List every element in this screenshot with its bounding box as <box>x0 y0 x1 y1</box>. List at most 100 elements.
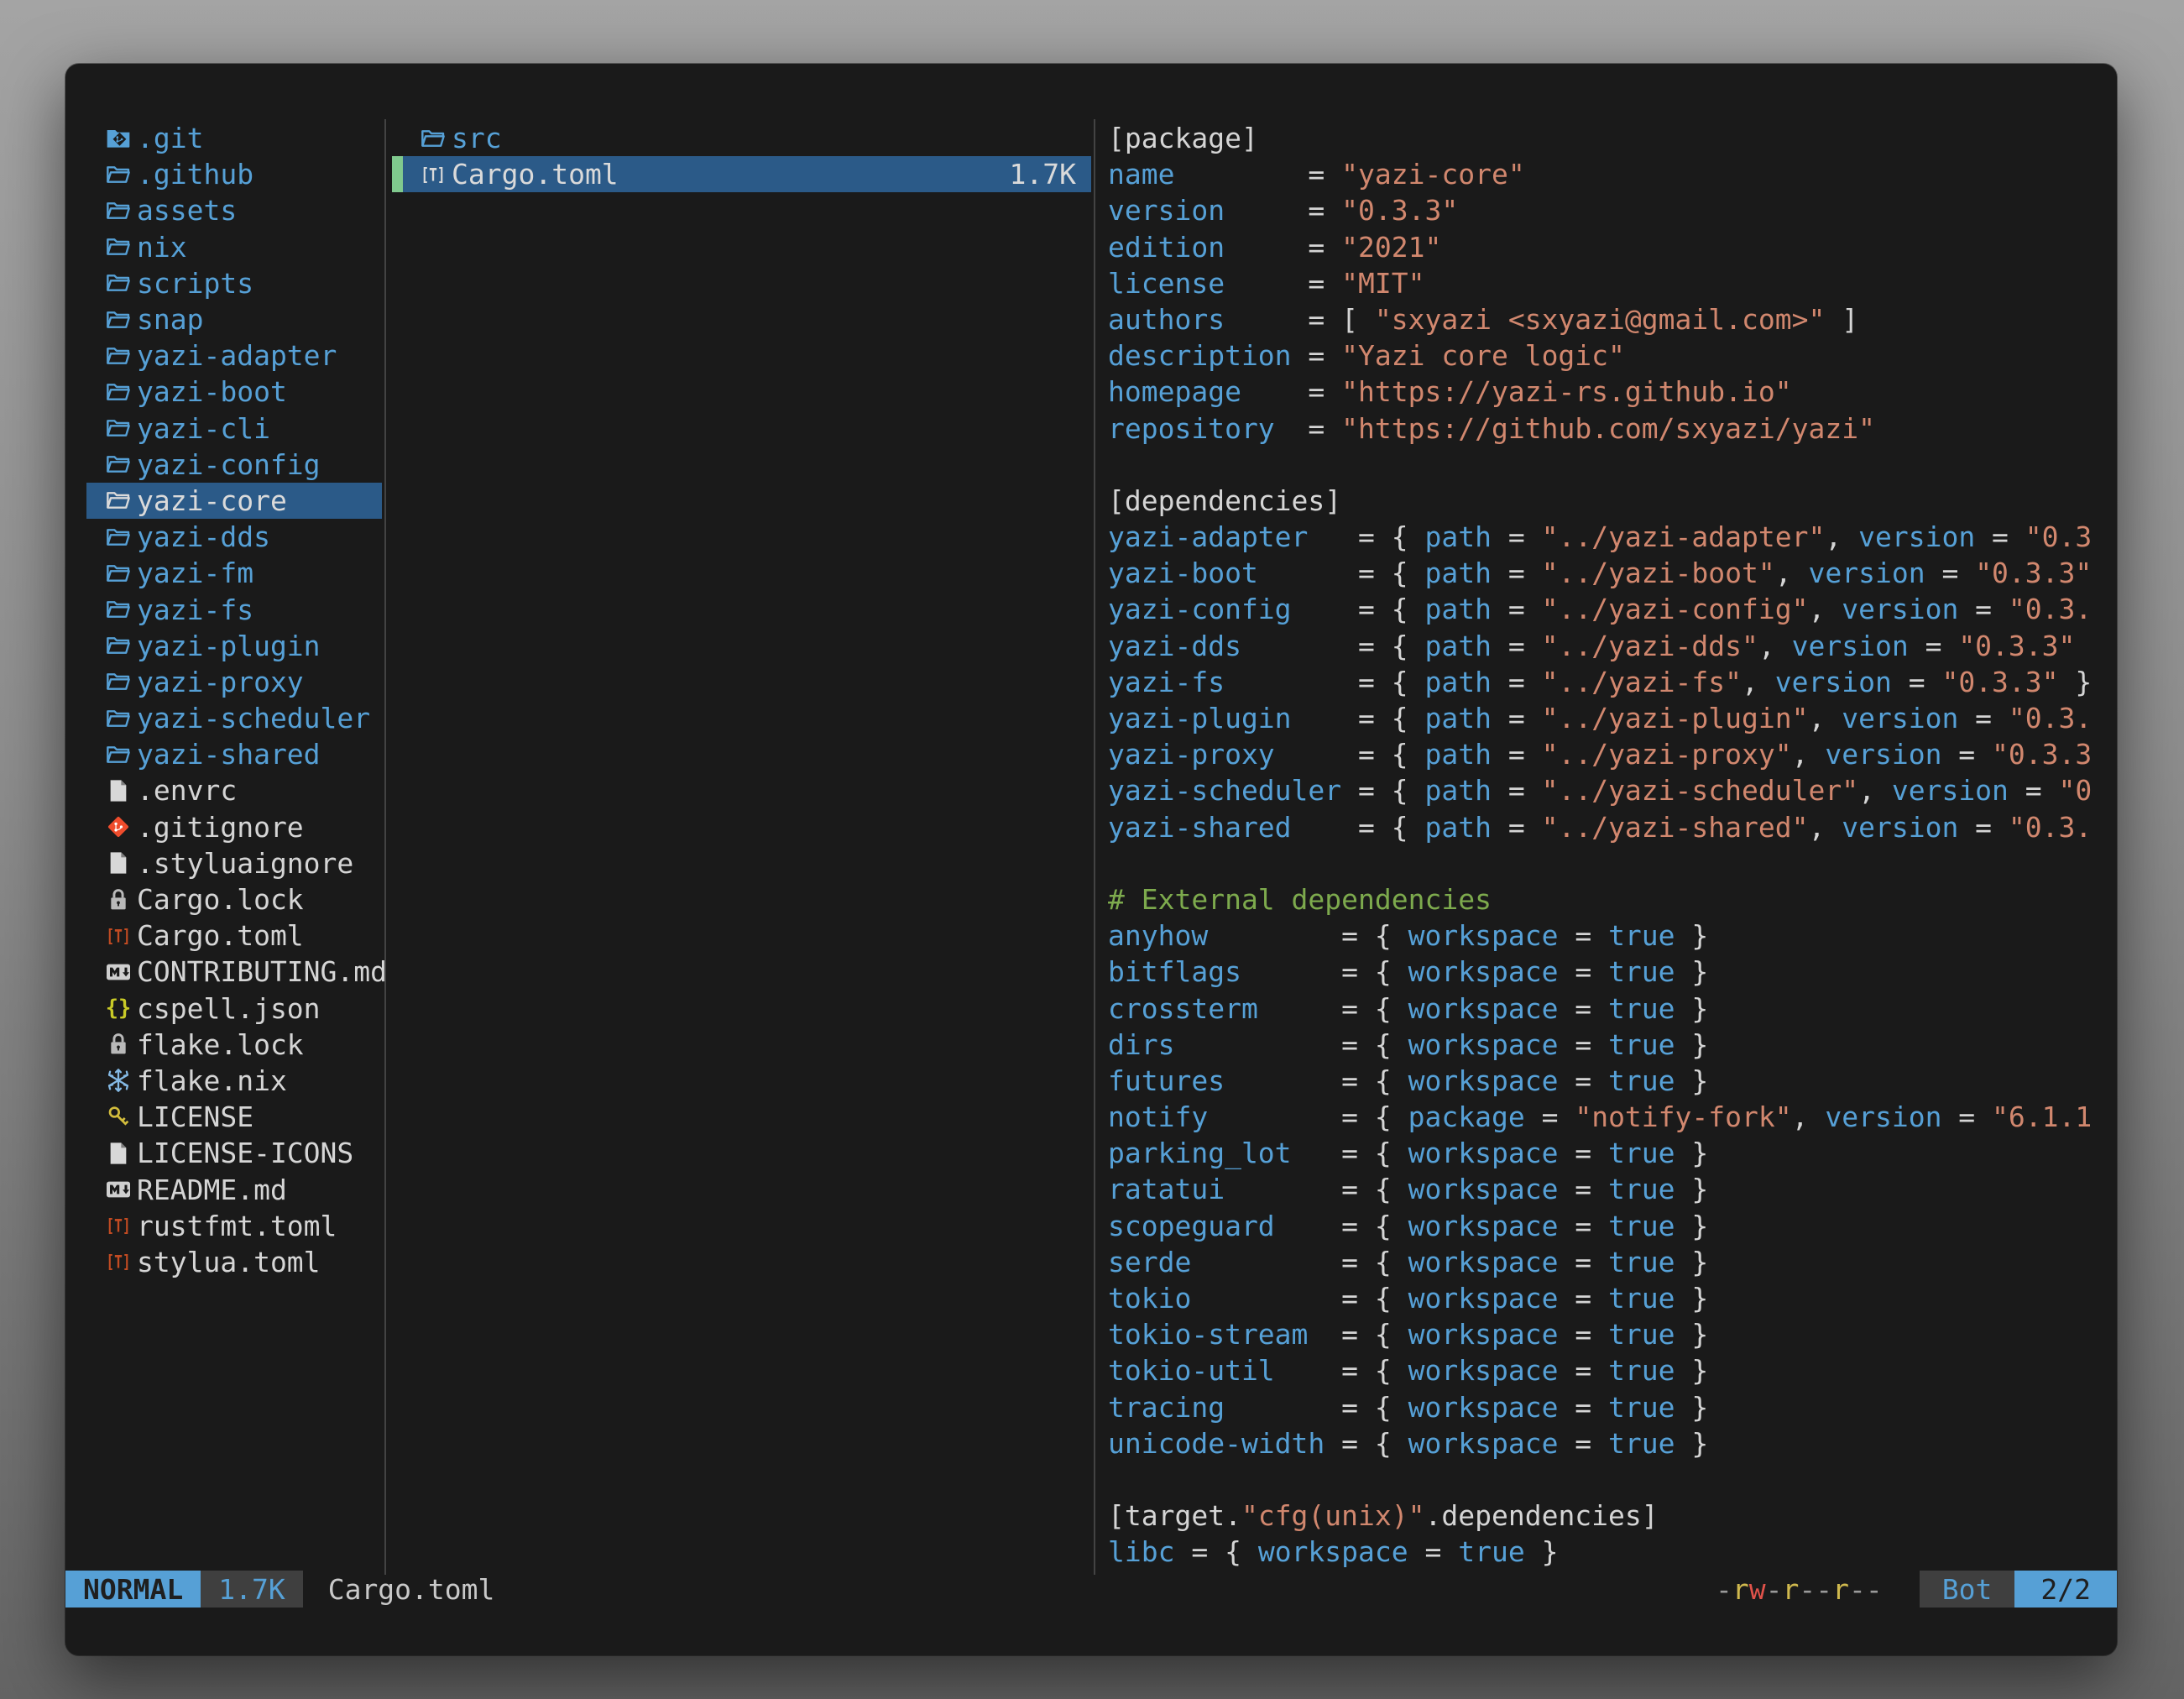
sidebar-item-.gitignore[interactable]: .gitignore <box>86 809 382 845</box>
scroll-position-badge: Bot <box>1920 1571 2015 1608</box>
cursor-counter-badge: 2/2 <box>2014 1571 2117 1608</box>
folder-open-icon <box>105 161 132 188</box>
current-item-src[interactable]: src <box>392 120 1091 156</box>
sidebar-item-yazi-boot[interactable]: yazi-boot <box>86 374 382 410</box>
toml-icon: [T] <box>105 923 132 949</box>
svg-text:[T]: [T] <box>106 1216 130 1237</box>
preview-line: futures = { workspace = true } <box>1108 1063 2103 1099</box>
current-directory-pane[interactable]: src[T]Cargo.toml1.7K <box>392 120 1091 192</box>
preview-line: yazi-dds = { path = "../yazi-dds", versi… <box>1108 628 2103 664</box>
status-bar: NORMAL 1.7K Cargo.toml -rw-r--r-- Bot 2/… <box>65 1571 2117 1608</box>
folder-open-icon <box>105 342 132 369</box>
file-name: .envrc <box>137 774 237 807</box>
file-name: .github <box>137 158 253 191</box>
sidebar-item-yazi-scheduler[interactable]: yazi-scheduler <box>86 700 382 736</box>
sidebar-item-yazi-cli[interactable]: yazi-cli <box>86 410 382 447</box>
file-name: yazi-scheduler <box>137 702 370 734</box>
file-name: .styluaignore <box>137 847 353 880</box>
folder-open-icon <box>105 705 132 732</box>
preview-line: authors = [ "sxyazi <sxyazi@gmail.com>" … <box>1108 301 2103 337</box>
sidebar-item-cargo.toml[interactable]: [T]Cargo.toml <box>86 917 382 954</box>
preview-line: anyhow = { workspace = true } <box>1108 917 2103 954</box>
folder-open-icon <box>105 197 132 224</box>
preview-line: notify = { package = "notify-fork", vers… <box>1108 1099 2103 1135</box>
preview-line: yazi-scheduler = { path = "../yazi-sched… <box>1108 772 2103 808</box>
sidebar-item-flake.lock[interactable]: flake.lock <box>86 1027 382 1063</box>
file-name: .git <box>137 122 203 154</box>
status-left: NORMAL 1.7K Cargo.toml <box>65 1571 494 1608</box>
sidebar-item-.git[interactable]: .git <box>86 120 382 156</box>
file-name: yazi-boot <box>137 375 287 408</box>
preview-line: [package] <box>1108 120 2103 156</box>
file-name: LICENSE-ICONS <box>137 1137 353 1169</box>
sidebar-item-yazi-dds[interactable]: yazi-dds <box>86 519 382 555</box>
sidebar-item-assets[interactable]: assets <box>86 192 382 228</box>
file-name: Cargo.lock <box>137 883 304 916</box>
file-name: stylua.toml <box>137 1246 321 1278</box>
sidebar-item-yazi-config[interactable]: yazi-config <box>86 447 382 483</box>
status-filename: Cargo.toml <box>328 1573 495 1606</box>
folder-open-icon <box>105 596 132 623</box>
file-size-badge: 1.7K <box>201 1571 302 1608</box>
sidebar-item-.styluaignore[interactable]: .styluaignore <box>86 845 382 881</box>
key-icon <box>105 1104 132 1131</box>
desktop: { "colors": { "bg": "#1a1a1a", "fg": "#d… <box>0 0 2184 1699</box>
sidebar-item-stylua.toml[interactable]: [T]stylua.toml <box>86 1244 382 1280</box>
preview-line <box>1108 845 2103 881</box>
sidebar-item-yazi-proxy[interactable]: yazi-proxy <box>86 664 382 700</box>
sidebar-item-nix[interactable]: nix <box>86 229 382 265</box>
sidebar-item-yazi-plugin[interactable]: yazi-plugin <box>86 628 382 664</box>
sidebar-item-yazi-fm[interactable]: yazi-fm <box>86 555 382 591</box>
sidebar-item-yazi-shared[interactable]: yazi-shared <box>86 736 382 772</box>
file-name: yazi-fs <box>137 593 253 626</box>
folder-open-icon <box>420 125 447 152</box>
sidebar-item-cargo.lock[interactable]: Cargo.lock <box>86 881 382 917</box>
file-name: Cargo.toml <box>452 158 619 191</box>
status-right: -rw-r--r-- Bot 2/2 <box>1716 1571 2117 1608</box>
sidebar-item-contributing.md[interactable]: CONTRIBUTING.md <box>86 954 382 990</box>
folder-open-icon <box>105 741 132 768</box>
preview-line <box>1108 447 2103 483</box>
sidebar-item-scripts[interactable]: scripts <box>86 265 382 301</box>
file-name: .gitignore <box>137 811 304 844</box>
file-name: src <box>452 122 502 154</box>
preview-line: unicode-width = { workspace = true } <box>1108 1425 2103 1461</box>
file-name: yazi-shared <box>137 738 321 771</box>
file-name: yazi-config <box>137 448 321 481</box>
toml-icon: [T] <box>105 1212 132 1239</box>
file-icon <box>105 1140 132 1167</box>
sidebar-item-flake.nix[interactable]: flake.nix <box>86 1063 382 1099</box>
svg-text:{}: {} <box>106 995 132 1020</box>
lock-icon <box>105 1031 132 1058</box>
file-name: README.md <box>137 1174 287 1206</box>
sidebar-item-.github[interactable]: .github <box>86 156 382 192</box>
sidebar-item-yazi-fs[interactable]: yazi-fs <box>86 591 382 627</box>
sidebar-item-license-icons[interactable]: LICENSE-ICONS <box>86 1135 382 1171</box>
sidebar-item-snap[interactable]: snap <box>86 301 382 337</box>
folder-open-icon <box>105 451 132 478</box>
sidebar-item-yazi-adapter[interactable]: yazi-adapter <box>86 337 382 374</box>
preview-line: # External dependencies <box>1108 881 2103 917</box>
sidebar-item-.envrc[interactable]: .envrc <box>86 772 382 808</box>
preview-line <box>1108 1461 2103 1498</box>
current-item-cargo.toml[interactable]: [T]Cargo.toml1.7K <box>392 156 1091 192</box>
svg-text:[T]: [T] <box>421 165 445 186</box>
preview-line: edition = "2021" <box>1108 229 2103 265</box>
file-icon <box>105 850 132 876</box>
preview-line: dirs = { workspace = true } <box>1108 1027 2103 1063</box>
sidebar-item-readme.md[interactable]: README.md <box>86 1171 382 1207</box>
preview-line: tokio = { workspace = true } <box>1108 1280 2103 1316</box>
preview-line: yazi-config = { path = "../yazi-config",… <box>1108 591 2103 627</box>
sidebar-item-license[interactable]: LICENSE <box>86 1099 382 1135</box>
toml-icon: [T] <box>420 161 447 188</box>
sidebar-item-cspell.json[interactable]: {}cspell.json <box>86 991 382 1027</box>
sidebar-item-yazi-core[interactable]: yazi-core <box>86 483 382 519</box>
preview-line: description = "Yazi core logic" <box>1108 337 2103 374</box>
sidebar-item-rustfmt.toml[interactable]: [T]rustfmt.toml <box>86 1208 382 1244</box>
parent-directory-pane[interactable]: .git .githubassetsnixscriptssnapyazi-adap… <box>86 120 382 1280</box>
file-name: yazi-plugin <box>137 630 321 662</box>
file-preview-pane[interactable]: [package]name = "yazi-core"version = "0.… <box>1108 120 2103 1571</box>
file-name: snap <box>137 303 203 336</box>
git-folder-icon <box>105 125 132 152</box>
preview-line: yazi-shared = { path = "../yazi-shared",… <box>1108 809 2103 845</box>
